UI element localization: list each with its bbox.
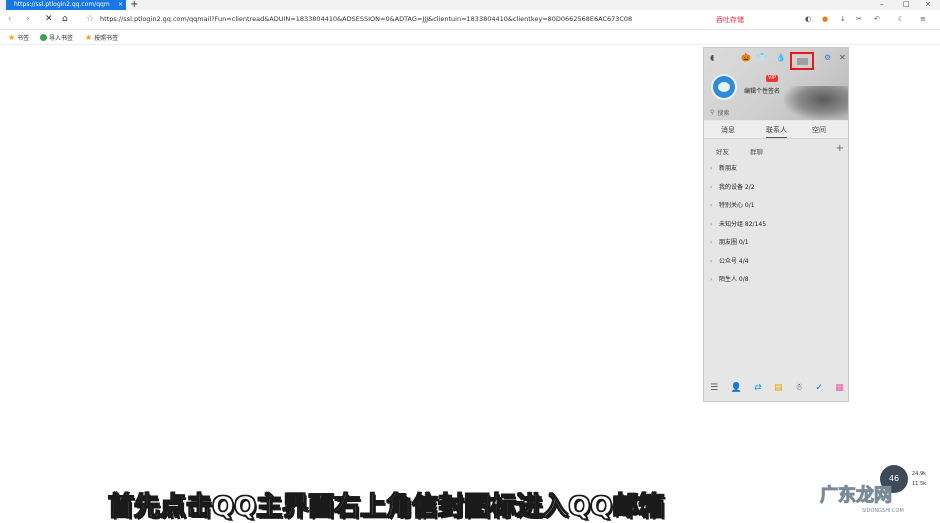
add-icon[interactable]: + xyxy=(836,143,844,154)
group-label: 我的设备 2/2 xyxy=(719,183,755,191)
tab-bar: https://ssl.ptlogin2.qq.com/qqm × + – □ … xyxy=(0,0,940,10)
avatar[interactable] xyxy=(711,74,737,100)
stop-icon[interactable]: ✕ xyxy=(45,14,53,24)
tab-messages[interactable]: 消息 xyxy=(721,125,735,135)
group-label: 新朋友 xyxy=(719,165,738,172)
group-label: 未知分组 82/145 xyxy=(719,220,767,228)
main-tabs: 消息 联系人 空间 xyxy=(704,121,848,139)
settings-icon[interactable]: ⚙ xyxy=(824,53,831,62)
vip-badge[interactable]: VIP xyxy=(766,75,778,82)
chevron-right-icon: › xyxy=(710,220,713,228)
tab-space[interactable]: 空间 xyxy=(812,125,826,135)
video-caption: 首先点击QQ主界面右上角信封图标进入QQ邮箱 xyxy=(107,492,665,523)
watermark-logo: 广东龙网 xyxy=(820,485,893,507)
extension-icon[interactable]: ◐ xyxy=(805,15,811,23)
back-icon[interactable]: ‹ xyxy=(8,14,12,24)
download-icon[interactable]: ↓ xyxy=(840,15,846,23)
favorite-icon[interactable]: ☆ xyxy=(86,14,94,24)
home-icon[interactable]: ⌂ xyxy=(62,14,68,24)
bottom-toolbar: ☰ 👤 ⇄ ▤ ☃ ✓ ▦ xyxy=(704,380,848,396)
bookmark-label: 按照书签 xyxy=(94,35,119,42)
tab-title: https://ssl.ptlogin2.qq.com/qqm xyxy=(14,1,110,8)
minimize-button[interactable]: – xyxy=(880,0,884,8)
undo-icon[interactable]: ↶ xyxy=(874,15,880,23)
group-label: 公众号 4/4 xyxy=(719,257,749,265)
upload-speed: 24.9k xyxy=(912,471,927,477)
chevron-right-icon: › xyxy=(710,202,713,209)
cut-icon[interactable]: ✂ xyxy=(856,15,862,23)
forward-icon[interactable]: › xyxy=(26,14,30,24)
bookmark-item[interactable]: ★ 按照书签 xyxy=(85,33,118,42)
security-icon[interactable]: ✓ xyxy=(815,383,823,393)
watermark-sub: SIDONGSHI.COM xyxy=(862,508,904,514)
browser-tab[interactable]: https://ssl.ptlogin2.qq.com/qqm × xyxy=(6,0,126,10)
new-tab-button[interactable]: + xyxy=(130,0,138,10)
list-item[interactable]: › 朋友圈 0/1 xyxy=(704,234,848,253)
assistant-icon[interactable]: ☃ xyxy=(795,383,803,393)
list-item[interactable]: › 公众号 4/4 xyxy=(704,253,848,272)
import-icon xyxy=(40,34,47,41)
qq-logo-icon: ◖ xyxy=(710,53,715,62)
tab-close-icon[interactable]: × xyxy=(118,0,123,10)
clothes-icon[interactable]: 👕 xyxy=(757,53,767,62)
download-speed: 11.5k xyxy=(912,481,927,487)
list-item[interactable]: › 陌生人 0/8 xyxy=(704,271,848,290)
list-item[interactable]: › 未知分组 82/145 xyxy=(704,216,848,235)
tab-friends[interactable]: 好友 xyxy=(716,146,729,156)
add-friend-icon[interactable]: 👤 xyxy=(731,383,742,393)
star-icon: ★ xyxy=(85,33,93,42)
close-window-button[interactable]: × xyxy=(925,0,931,8)
sub-tabs: 好友 群聊 + xyxy=(704,143,848,157)
game-icon[interactable]: ● xyxy=(822,15,828,23)
bookmark-label: 书签 xyxy=(17,35,30,42)
list-item[interactable]: › 新朋友 xyxy=(704,160,848,179)
bookmark-label: 导入书签 xyxy=(49,35,74,42)
avatar-face xyxy=(718,82,730,92)
search-input[interactable]: ⚲ 搜索 xyxy=(710,107,782,117)
group-label: 朋友圈 0/1 xyxy=(719,239,749,246)
network-speed: 24.9k 11.5k xyxy=(912,469,926,489)
star-icon: ★ xyxy=(8,33,16,42)
qq-header: ◖ 🎃 👕 💧 ⚙ ✕ VIP 编辑个性签名 ⚲ 搜索 xyxy=(704,48,848,120)
friend-group-list: › 新朋友 › 我的设备 2/2 › 特别关心 0/1 › 未知分组 82/145 › 朋… xyxy=(704,160,848,290)
group-label: 特别关心 0/1 xyxy=(719,202,755,209)
close-icon[interactable]: ✕ xyxy=(839,53,846,62)
menu-icon[interactable]: ≡ xyxy=(920,15,926,23)
apps-icon[interactable]: ▦ xyxy=(835,383,844,393)
theme-icon[interactable]: ☾ xyxy=(898,15,904,23)
chevron-right-icon: › xyxy=(710,276,713,283)
drop-icon[interactable]: 💧 xyxy=(776,53,786,62)
group-label: 陌生人 0/8 xyxy=(719,276,749,283)
skin-background xyxy=(784,86,848,120)
search-engine-label[interactable]: 吞吐存储 xyxy=(716,15,744,25)
search-placeholder: 搜索 xyxy=(717,109,730,117)
mail-highlight[interactable] xyxy=(790,52,814,70)
transfer-icon[interactable]: ⇄ xyxy=(754,383,762,393)
address-bar: ‹ › ✕ ⌂ ☆ https://ssl.ptlogin2.qq.com/qq… xyxy=(0,10,940,30)
qq-main-panel: ◖ 🎃 👕 💧 ⚙ ✕ VIP 编辑个性签名 ⚲ 搜索 消息 联系人 空间 好友… xyxy=(703,47,849,402)
envelope-icon[interactable] xyxy=(797,58,808,65)
main-menu-icon[interactable]: ☰ xyxy=(710,383,718,393)
skin-icon[interactable]: 🎃 xyxy=(741,53,751,62)
bookmarks-bar: ★ 书签 导入书签 ★ 按照书签 xyxy=(0,31,940,45)
chevron-right-icon: › xyxy=(710,239,713,246)
tab-groups[interactable]: 群聊 xyxy=(750,146,763,156)
tab-contacts[interactable]: 联系人 xyxy=(766,125,787,138)
chevron-right-icon: › xyxy=(710,165,713,172)
signature[interactable]: 编辑个性签名 xyxy=(744,86,780,95)
chevron-right-icon: › xyxy=(710,183,713,191)
bookmark-item[interactable]: 导入书签 xyxy=(40,33,73,42)
bookmark-item[interactable]: ★ 书签 xyxy=(8,33,29,42)
search-icon: ⚲ xyxy=(710,108,715,116)
list-item[interactable]: › 我的设备 2/2 xyxy=(704,179,848,198)
list-item[interactable]: › 特别关心 0/1 xyxy=(704,197,848,216)
chevron-right-icon: › xyxy=(710,257,713,265)
url-input[interactable]: https://ssl.ptlogin2.qq.com/qqmail?Fun=c… xyxy=(100,15,700,26)
files-icon[interactable]: ▤ xyxy=(774,383,783,393)
maximize-button[interactable]: □ xyxy=(903,0,910,8)
